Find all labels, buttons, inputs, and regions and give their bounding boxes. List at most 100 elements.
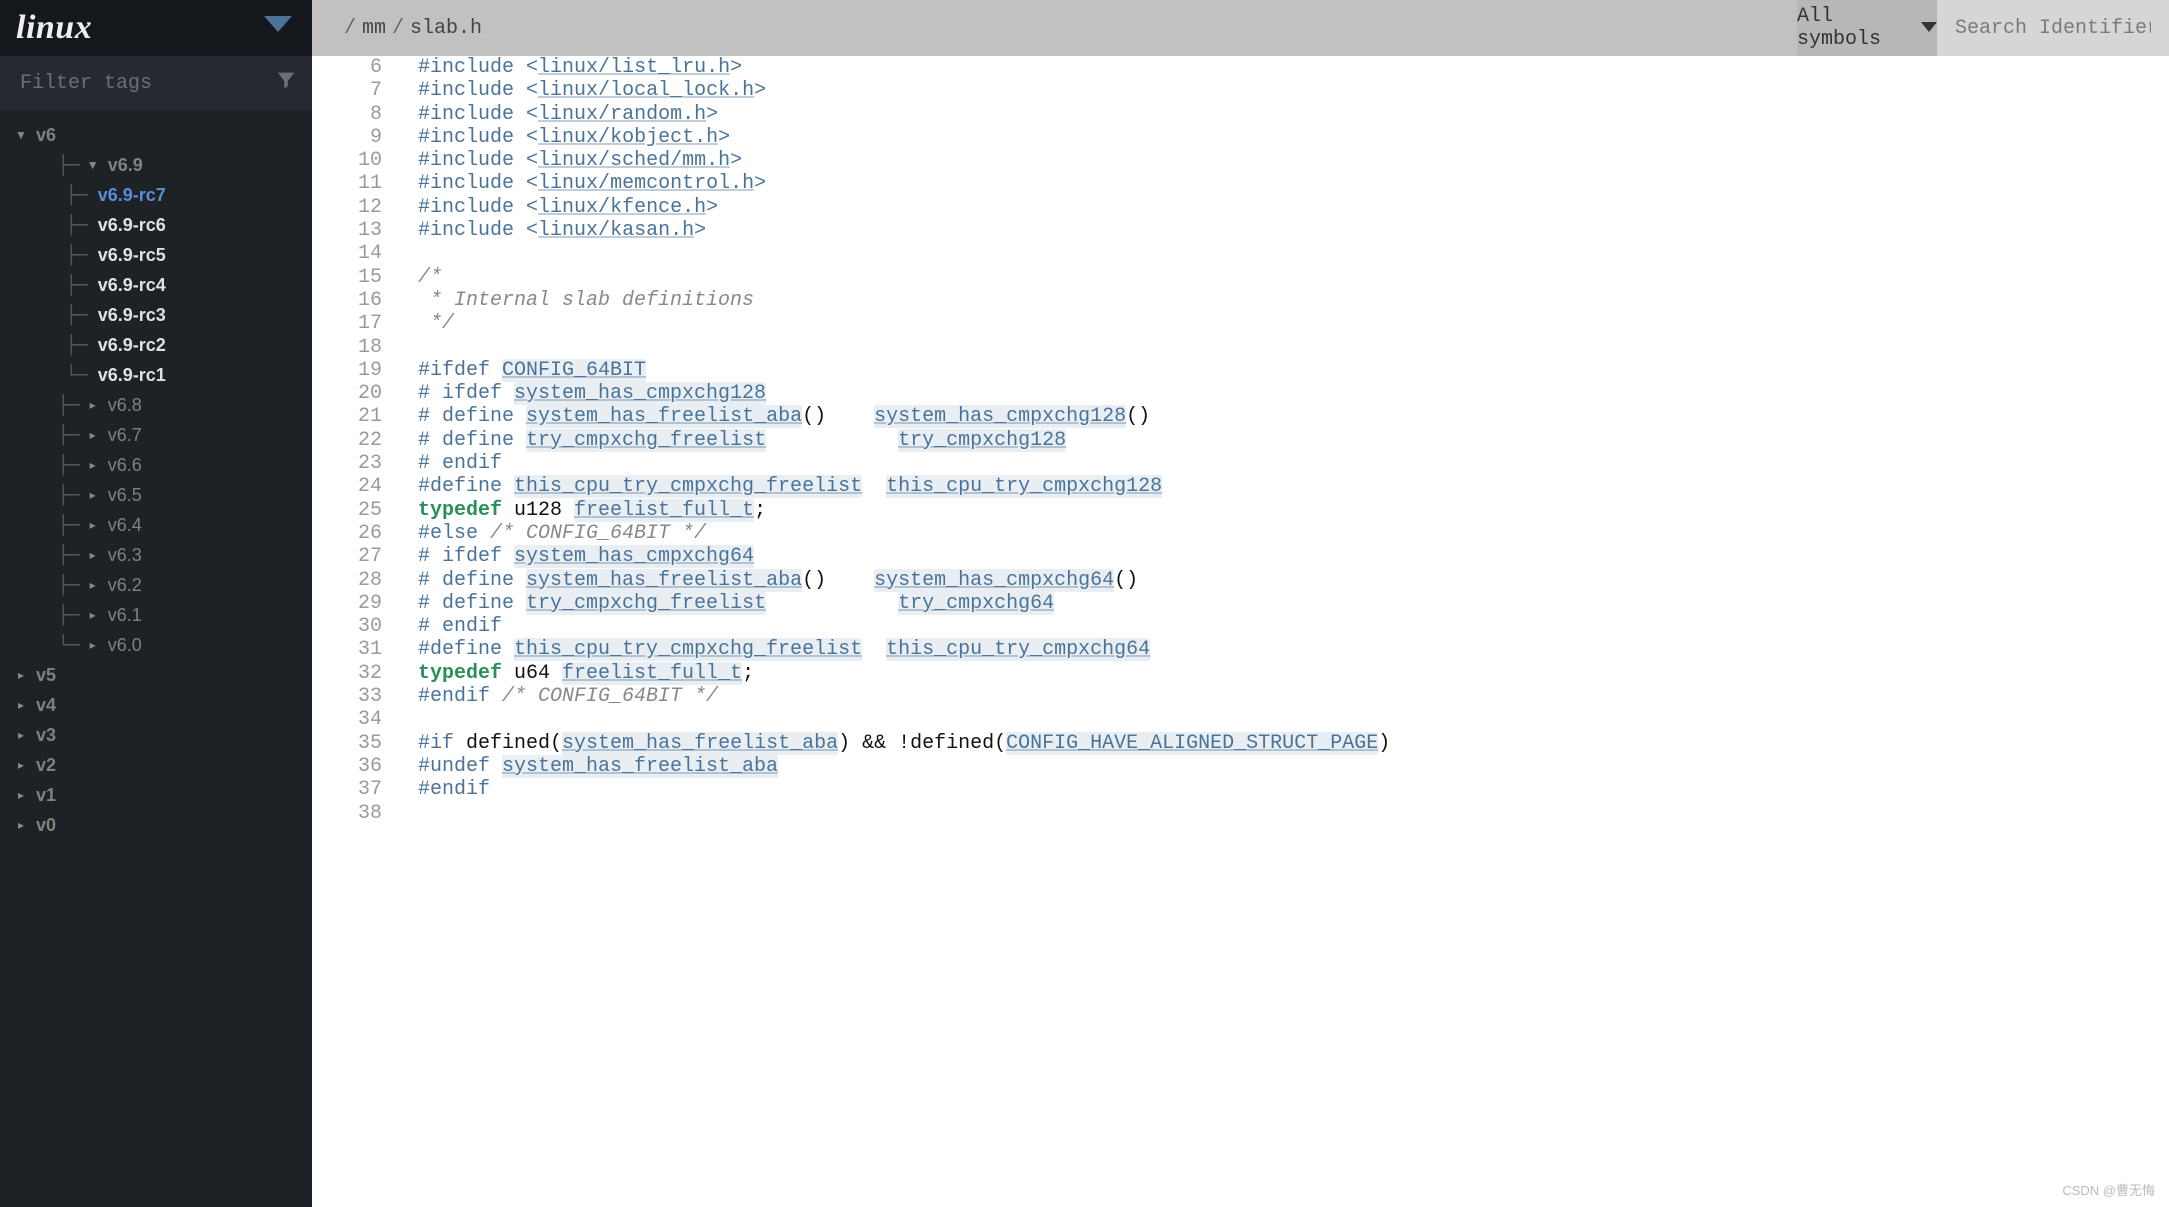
tree-node-v6.9-rc1[interactable]: └─v6.9-rc1	[0, 360, 312, 390]
line-number[interactable]: 36	[312, 755, 400, 778]
line-number[interactable]: 17	[312, 312, 400, 335]
code-line: 30# endif	[312, 615, 2169, 638]
sidebar: linux ▼v6 ├─▼v6.9 ├─v6.9-rc7 ├─v6.9-rc6 …	[0, 0, 312, 1207]
code-line: 12#include <linux/kfence.h>	[312, 196, 2169, 219]
tree-node-v6.1[interactable]: ├─▸v6.1	[0, 600, 312, 630]
line-number[interactable]: 25	[312, 499, 400, 522]
tree-node-v6.3[interactable]: ├─▸v6.3	[0, 540, 312, 570]
line-number[interactable]: 32	[312, 662, 400, 685]
line-number[interactable]: 31	[312, 638, 400, 661]
tree-node-v6.5[interactable]: ├─▸v6.5	[0, 480, 312, 510]
code-line: 21# define system_has_freelist_aba() sys…	[312, 405, 2169, 428]
version-tree: ▼v6 ├─▼v6.9 ├─v6.9-rc7 ├─v6.9-rc6 ├─v6.9…	[0, 110, 312, 1207]
line-number[interactable]: 24	[312, 475, 400, 498]
code-line: 19#ifdef CONFIG_64BIT	[312, 359, 2169, 382]
line-number[interactable]: 8	[312, 103, 400, 126]
line-number[interactable]: 30	[312, 615, 400, 638]
breadcrumb-dir[interactable]: mm	[362, 17, 386, 40]
code-line: 15/*	[312, 266, 2169, 289]
code-line: 35#if defined(system_has_freelist_aba) &…	[312, 732, 2169, 755]
breadcrumb-root-sep: /	[344, 17, 356, 40]
line-number[interactable]: 18	[312, 336, 400, 359]
tree-node-v6.9-rc5[interactable]: ├─v6.9-rc5	[0, 240, 312, 270]
line-number[interactable]: 27	[312, 545, 400, 568]
tree-node-v0[interactable]: ▸v0	[0, 810, 312, 840]
breadcrumb-sep: /	[392, 17, 404, 40]
line-number[interactable]: 16	[312, 289, 400, 312]
code-line: 31#define this_cpu_try_cmpxchg_freelist …	[312, 638, 2169, 661]
line-number[interactable]: 9	[312, 126, 400, 149]
tree-node-v6.8[interactable]: ├─▸v6.8	[0, 390, 312, 420]
tree-node-v6.2[interactable]: ├─▸v6.2	[0, 570, 312, 600]
symbols-label: All symbols	[1797, 5, 1919, 51]
filter-icon[interactable]	[275, 69, 297, 98]
tree-node-v6.9-rc6[interactable]: ├─v6.9-rc6	[0, 210, 312, 240]
line-number[interactable]: 13	[312, 219, 400, 242]
breadcrumb-file[interactable]: slab.h	[410, 17, 482, 40]
line-number[interactable]: 26	[312, 522, 400, 545]
code-line: 24#define this_cpu_try_cmpxchg_freelist …	[312, 475, 2169, 498]
code-line: 29# define try_cmpxchg_freelist try_cmpx…	[312, 592, 2169, 615]
line-number[interactable]: 22	[312, 429, 400, 452]
code-line: 26#else /* CONFIG_64BIT */	[312, 522, 2169, 545]
line-number[interactable]: 37	[312, 778, 400, 801]
code-line: 8#include <linux/random.h>	[312, 103, 2169, 126]
line-number[interactable]: 28	[312, 569, 400, 592]
code-line: 32typedef u64 freelist_full_t;	[312, 662, 2169, 685]
code-line: 28# define system_has_freelist_aba() sys…	[312, 569, 2169, 592]
code-line: 6#include <linux/list_lru.h>	[312, 56, 2169, 79]
brand-dropdown-icon[interactable]	[264, 16, 292, 41]
line-number[interactable]: 20	[312, 382, 400, 405]
code-line: 36#undef system_has_freelist_aba	[312, 755, 2169, 778]
line-number[interactable]: 38	[312, 802, 400, 825]
tree-node-v6[interactable]: ▼v6	[0, 120, 312, 150]
line-number[interactable]: 21	[312, 405, 400, 428]
code-line: 38	[312, 802, 2169, 825]
line-number[interactable]: 34	[312, 708, 400, 731]
line-number[interactable]: 10	[312, 149, 400, 172]
tree-node-v6.0[interactable]: └─▸v6.0	[0, 630, 312, 660]
tree-node-v6.9-rc4[interactable]: ├─v6.9-rc4	[0, 270, 312, 300]
search-identifier-input[interactable]	[1953, 16, 2153, 41]
code-line: 14	[312, 242, 2169, 265]
line-number[interactable]: 14	[312, 242, 400, 265]
header: / mm / slab.h All symbols	[312, 0, 2169, 56]
line-number[interactable]: 35	[312, 732, 400, 755]
chevron-down-icon	[1921, 17, 1937, 40]
line-number[interactable]: 33	[312, 685, 400, 708]
tree-node-v6.7[interactable]: ├─▸v6.7	[0, 420, 312, 450]
tree-node-v6.9[interactable]: ├─▼v6.9	[0, 150, 312, 180]
brand-title[interactable]: linux	[16, 9, 92, 47]
filter-row	[0, 56, 312, 110]
code-line: 22# define try_cmpxchg_freelist try_cmpx…	[312, 429, 2169, 452]
code-line: 27# ifdef system_has_cmpxchg64	[312, 545, 2169, 568]
tree-node-v6.9-rc3[interactable]: ├─v6.9-rc3	[0, 300, 312, 330]
code-line: 16 * Internal slab definitions	[312, 289, 2169, 312]
tree-node-v5[interactable]: ▸v5	[0, 660, 312, 690]
tree-node-v1[interactable]: ▸v1	[0, 780, 312, 810]
line-number[interactable]: 23	[312, 452, 400, 475]
breadcrumb: / mm / slab.h	[312, 0, 1797, 56]
code-viewer[interactable]: 6#include <linux/list_lru.h> 7#include <…	[312, 56, 2169, 1207]
tree-node-v6.6[interactable]: ├─▸v6.6	[0, 450, 312, 480]
tree-node-v6.9-rc2[interactable]: ├─v6.9-rc2	[0, 330, 312, 360]
code-line: 37#endif	[312, 778, 2169, 801]
code-line: 33#endif /* CONFIG_64BIT */	[312, 685, 2169, 708]
line-number[interactable]: 29	[312, 592, 400, 615]
line-number[interactable]: 19	[312, 359, 400, 382]
code-line: 25typedef u128 freelist_full_t;	[312, 499, 2169, 522]
tree-node-v2[interactable]: ▸v2	[0, 750, 312, 780]
symbols-dropdown[interactable]: All symbols	[1797, 0, 1937, 56]
line-number[interactable]: 7	[312, 79, 400, 102]
tree-node-v3[interactable]: ▸v3	[0, 720, 312, 750]
line-number[interactable]: 11	[312, 172, 400, 195]
code-line: 34	[312, 708, 2169, 731]
line-number[interactable]: 6	[312, 56, 400, 79]
tree-node-v6.9-rc7[interactable]: ├─v6.9-rc7	[0, 180, 312, 210]
code-line: 11#include <linux/memcontrol.h>	[312, 172, 2169, 195]
line-number[interactable]: 15	[312, 266, 400, 289]
filter-tags-input[interactable]	[18, 71, 275, 96]
tree-node-v4[interactable]: ▸v4	[0, 690, 312, 720]
tree-node-v6.4[interactable]: ├─▸v6.4	[0, 510, 312, 540]
line-number[interactable]: 12	[312, 196, 400, 219]
